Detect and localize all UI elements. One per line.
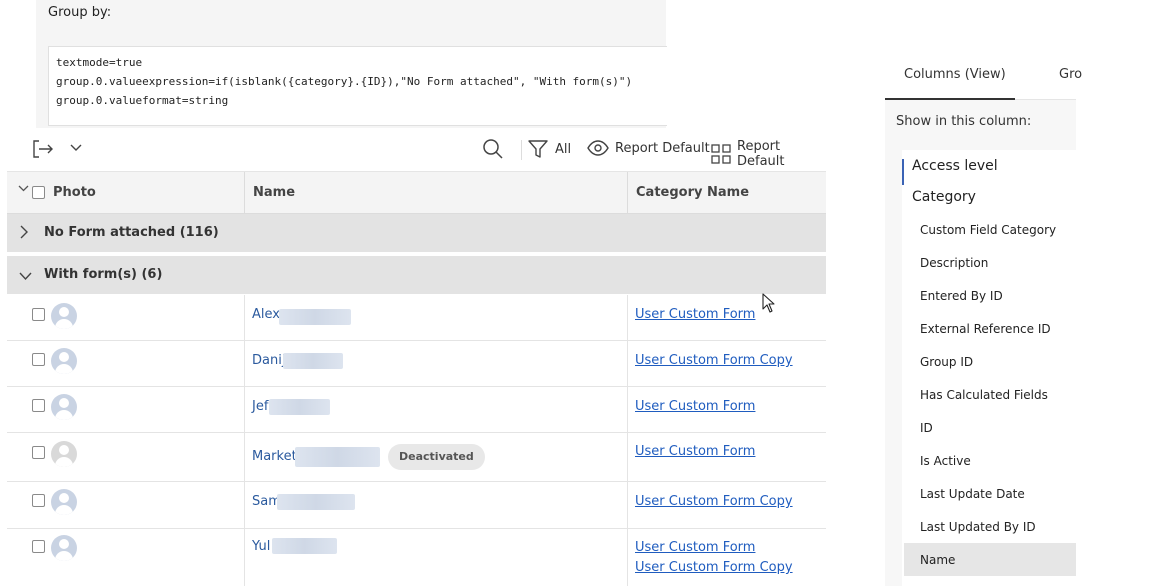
row-checkbox[interactable] bbox=[32, 399, 45, 412]
grid-toolbar: All Report Default Report Default bbox=[7, 128, 826, 171]
table-row[interactable]: Yul User Custom Form User Custom Form Co… bbox=[7, 529, 826, 586]
tab-columns-view[interactable]: Columns (View) bbox=[904, 67, 1006, 82]
field-item[interactable]: External Reference ID bbox=[920, 322, 1051, 336]
field-item[interactable]: Has Calculated Fields bbox=[920, 388, 1048, 402]
group-label: No Form attached (116) bbox=[44, 225, 219, 240]
field-category-item[interactable]: Access level bbox=[912, 158, 998, 174]
category-link[interactable]: User Custom Form Copy bbox=[635, 494, 793, 509]
table-row[interactable]: Sam User Custom Form Copy bbox=[7, 482, 826, 529]
field-item[interactable]: Description bbox=[920, 256, 988, 270]
field-item[interactable]: Group ID bbox=[920, 355, 973, 369]
row-checkbox[interactable] bbox=[32, 540, 45, 553]
user-name-link[interactable]: Alex bbox=[252, 307, 280, 322]
field-item[interactable]: Last Updated By ID bbox=[920, 520, 1036, 534]
field-item[interactable]: Is Active bbox=[920, 454, 971, 468]
group-label: With form(s) (6) bbox=[44, 267, 163, 282]
code-line: textmode=true bbox=[56, 56, 143, 69]
grid-icon bbox=[711, 144, 731, 164]
field-category-item[interactable]: Category bbox=[912, 189, 976, 205]
table-row[interactable]: Alex User Custom Form bbox=[7, 295, 826, 341]
category-link[interactable]: User Custom Form Copy bbox=[635, 353, 793, 368]
field-item[interactable]: Custom Field Category bbox=[920, 223, 1056, 237]
row-checkbox[interactable] bbox=[32, 494, 45, 507]
row-checkbox[interactable] bbox=[32, 446, 45, 459]
category-link[interactable]: User Custom Form bbox=[635, 540, 755, 555]
section-title: Show in this column: bbox=[896, 114, 1032, 129]
chevron-down-icon[interactable] bbox=[19, 270, 32, 285]
field-item-selected[interactable]: Name bbox=[920, 553, 955, 567]
table-row[interactable]: Jef User Custom Form bbox=[7, 387, 826, 433]
view-label: Report Default bbox=[615, 140, 710, 156]
redacted-text bbox=[279, 309, 351, 325]
field-item[interactable]: Entered By ID bbox=[920, 289, 1003, 303]
user-name-link[interactable]: Jef bbox=[252, 399, 268, 414]
search-icon[interactable] bbox=[482, 138, 504, 160]
groupby-label: Group by: bbox=[48, 5, 112, 20]
group-row[interactable]: With form(s) (6) bbox=[7, 256, 826, 294]
grouping-label: Report Default bbox=[737, 139, 785, 169]
redacted-text bbox=[283, 353, 343, 369]
field-item[interactable]: Last Update Date bbox=[920, 487, 1025, 501]
category-link[interactable]: User Custom Form Copy bbox=[635, 560, 793, 575]
user-name-link[interactable]: Danij bbox=[252, 353, 285, 368]
redacted-text bbox=[277, 494, 355, 510]
avatar bbox=[51, 303, 77, 329]
filter-label: All bbox=[555, 141, 572, 157]
column-settings-panel: Columns (View) Gro Show in this column: … bbox=[885, 55, 1082, 586]
user-name-link[interactable]: Yul bbox=[252, 539, 270, 554]
filter-icon bbox=[527, 138, 549, 160]
column-header-photo[interactable]: Photo bbox=[53, 172, 96, 213]
status-badge: Deactivated bbox=[388, 444, 485, 470]
export-icon[interactable] bbox=[32, 139, 54, 159]
redacted-text bbox=[272, 538, 337, 554]
expand-all-icon[interactable] bbox=[18, 169, 29, 210]
chevron-right-icon[interactable] bbox=[19, 225, 29, 243]
grid-header: Photo Name Category Name bbox=[7, 171, 826, 214]
report-grid: All Report Default Report Default Photo … bbox=[7, 128, 826, 586]
eye-icon bbox=[587, 139, 609, 157]
row-checkbox[interactable] bbox=[32, 308, 45, 321]
chevron-down-icon[interactable] bbox=[70, 144, 82, 152]
groupby-code-box[interactable]: textmode=true group.0.valueexpression=if… bbox=[48, 46, 667, 126]
redacted-text bbox=[295, 447, 380, 467]
column-header-category[interactable]: Category Name bbox=[636, 172, 749, 213]
select-all-checkbox[interactable] bbox=[32, 186, 45, 199]
grouping-button[interactable]: Report Default bbox=[711, 139, 826, 169]
avatar bbox=[51, 489, 77, 515]
user-name-link[interactable]: Marketi bbox=[252, 449, 300, 464]
table-row[interactable]: Marketi Deactivated User Custom Form bbox=[7, 433, 826, 482]
avatar bbox=[51, 441, 77, 467]
column-header-name[interactable]: Name bbox=[253, 172, 295, 213]
tab-groupings[interactable]: Gro bbox=[1059, 67, 1082, 82]
category-link[interactable]: User Custom Form bbox=[635, 399, 755, 414]
group-row[interactable]: No Form attached (116) bbox=[7, 214, 826, 252]
table-row[interactable]: Danij User Custom Form Copy bbox=[7, 341, 826, 387]
active-category-marker bbox=[902, 159, 904, 185]
field-item[interactable]: ID bbox=[920, 421, 933, 435]
toolbar-divider bbox=[521, 140, 522, 160]
avatar bbox=[51, 348, 77, 374]
filter-button[interactable]: All bbox=[527, 138, 571, 160]
view-button[interactable]: Report Default bbox=[587, 139, 710, 157]
code-line: group.0.valueformat=string bbox=[56, 94, 229, 107]
code-line: group.0.valueexpression=if(isblank({cate… bbox=[56, 75, 633, 88]
redacted-text bbox=[269, 399, 330, 415]
row-checkbox[interactable] bbox=[32, 353, 45, 366]
category-link[interactable]: User Custom Form bbox=[635, 307, 755, 322]
mouse-cursor-icon bbox=[762, 293, 776, 317]
avatar bbox=[51, 535, 77, 561]
category-link[interactable]: User Custom Form bbox=[635, 444, 755, 459]
avatar bbox=[51, 394, 77, 420]
